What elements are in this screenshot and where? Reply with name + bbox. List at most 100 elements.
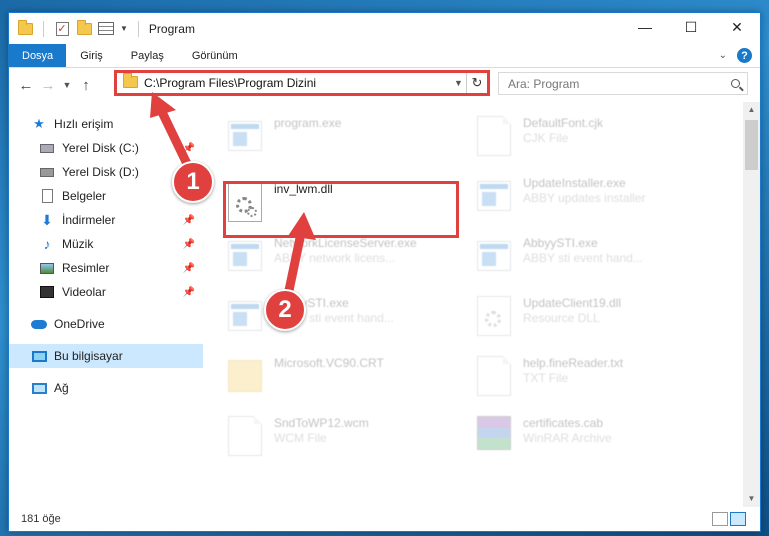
expand-ribbon-chevron-icon[interactable]: ⌄ [719,50,727,61]
folder-icon [17,19,33,37]
quick-access-toolbar: ✓ ▼ Program [9,13,195,44]
sidebar-item-videos[interactable]: Videolar 📌 [9,280,203,304]
pin-icon[interactable]: 📌 [183,239,195,250]
minimize-button[interactable]: — [622,13,668,41]
sidebar-item-label: Resimler [62,261,110,275]
vertical-scrollbar[interactable]: ▲ ▼ [743,102,760,507]
file-item[interactable]: DefaultFont.cjk CJK File [477,116,717,168]
sidebar-item-downloads[interactable]: ⬇ İndirmeler 📌 [9,208,203,232]
highlight-box [223,181,459,238]
tab-view[interactable]: Görünüm [178,44,252,67]
file-name: SndToWP12.wcm [274,416,369,430]
exe-icon [228,241,262,271]
details-view-icon[interactable] [712,512,728,526]
address-path[interactable]: C:\Program Files\Program Dizini [144,76,451,90]
customize-toolbar-chevron-icon[interactable]: ▼ [120,24,128,33]
file-name: NetworkLicenseServer.exe [274,236,417,250]
sidebar-item-label: Müzik [62,237,94,251]
window-controls: — ☐ ✕ [622,13,760,41]
exe-icon [477,241,511,271]
drive-icon [39,164,55,180]
film-icon [39,284,55,300]
recent-locations-chevron-icon[interactable]: ▼ [59,80,75,90]
drive-icon [39,140,55,156]
view-buttons [712,512,746,526]
exe-icon [228,301,262,331]
maximize-button[interactable]: ☐ [668,13,714,41]
file-item[interactable]: NetworkLicenseServer.exe ABBY network lic… [228,236,468,288]
back-button[interactable]: ← [15,77,37,94]
pin-icon[interactable]: 📌 [183,287,195,298]
file-item[interactable]: certificates.cab WinRAR Archive [477,416,717,468]
sidebar-item-label: OneDrive [54,317,105,331]
file-description: ABBY sti event hand... [523,251,643,265]
star-icon: ★ [33,116,45,131]
file-item[interactable]: AbbyySTI.exe ABBY sti event hand... [477,236,717,288]
navigation-pane: ★ Hızlı erişim Yerel Disk (C:) 📌 Yerel D… [9,102,204,507]
refresh-icon[interactable]: ↻ [467,75,487,91]
file-item[interactable]: SndToWP12.wcm WCM File [228,416,468,468]
file-item[interactable]: UpdateClient19.dll Resource DLL [477,296,717,348]
address-bar[interactable]: C:\Program Files\Program Dizini ▼ ↻ [114,70,490,96]
sidebar-item-pictures[interactable]: Resimler 📌 [9,256,203,280]
sidebar-item-onedrive[interactable]: OneDrive [9,312,203,336]
scroll-up-icon[interactable]: ▲ [743,102,760,118]
properties-icon[interactable] [98,21,114,37]
file-name: DefaultFont.cjk [523,116,604,130]
separator [137,20,139,37]
download-arrow-icon: ⬇ [41,211,53,228]
file-item[interactable]: Microsoft.VC90.CRT [228,356,468,408]
callout-step-1: 1 [172,161,214,203]
new-folder-icon[interactable] [76,19,92,37]
file-item[interactable]: UpdateInstaller.exe ABBY updates installe… [477,176,717,228]
cloud-icon [31,316,47,332]
pin-icon[interactable]: 📌 [183,263,195,274]
pin-icon[interactable]: 📌 [183,215,195,226]
navigation-bar: ← → ▼ ↑ C:\Program Files\Program Dizini … [9,68,760,102]
sidebar-item-music[interactable]: ♪ Müzik 📌 [9,232,203,256]
sidebar-item-network[interactable]: Ağ [9,376,203,400]
search-icon[interactable] [723,79,747,88]
window-title: Program [148,21,195,36]
sidebar-item-label: Belgeler [62,189,107,203]
folder-icon [228,360,262,392]
help-icon[interactable]: ? [737,48,752,63]
file-item[interactable]: help.fineReader.txt TXT File [477,356,717,408]
title-bar: ✓ ▼ Program — ☐ ✕ [9,13,760,44]
document-icon [228,416,262,456]
sidebar-item-label: Yerel Disk (D:) [62,165,139,179]
scroll-down-icon[interactable]: ▼ [743,491,760,507]
sidebar-item-quick-access[interactable]: ★ Hızlı erişim [9,112,203,136]
content-area: ★ Hızlı erişim Yerel Disk (C:) 📌 Yerel D… [9,102,760,507]
file-name: UpdateClient19.dll [523,296,622,310]
file-description: Resource DLL [523,311,600,325]
file-description: ABBY updates installer [523,191,646,205]
tab-home[interactable]: Giriş [66,44,117,67]
file-description: CJK File [523,131,569,145]
properties-check-icon[interactable]: ✓ [54,21,70,37]
sidebar-item-local-disk-c[interactable]: Yerel Disk (C:) 📌 [9,136,203,160]
pin-icon[interactable]: 📌 [183,143,195,154]
close-button[interactable]: ✕ [714,13,760,41]
file-name: certificates.cab [523,416,604,430]
sidebar-item-label: Ağ [54,381,69,395]
up-button[interactable]: ↑ [75,77,97,94]
forward-button[interactable]: → [37,77,59,94]
sidebar-item-label: İndirmeler [62,213,116,227]
ribbon-right: ⌄ ? [719,48,752,63]
tab-share[interactable]: Paylaş [117,44,178,67]
music-note-icon: ♪ [43,236,51,252]
folder-icon [123,72,138,91]
search-box[interactable] [498,72,748,95]
file-item[interactable]: program.exe [228,116,468,168]
tiles-view-icon[interactable] [730,512,746,526]
search-input[interactable] [508,76,723,91]
winrar-icon [477,416,511,450]
address-dropdown-chevron-icon[interactable]: ▼ [451,73,467,93]
item-count: 181 öğe [21,513,61,525]
exe-icon [477,181,511,211]
tab-file[interactable]: Dosya [9,44,67,67]
scrollbar-thumb[interactable] [745,120,758,170]
status-bar: 181 öğe [9,507,760,531]
sidebar-item-this-pc[interactable]: Bu bilgisayar [9,344,203,368]
